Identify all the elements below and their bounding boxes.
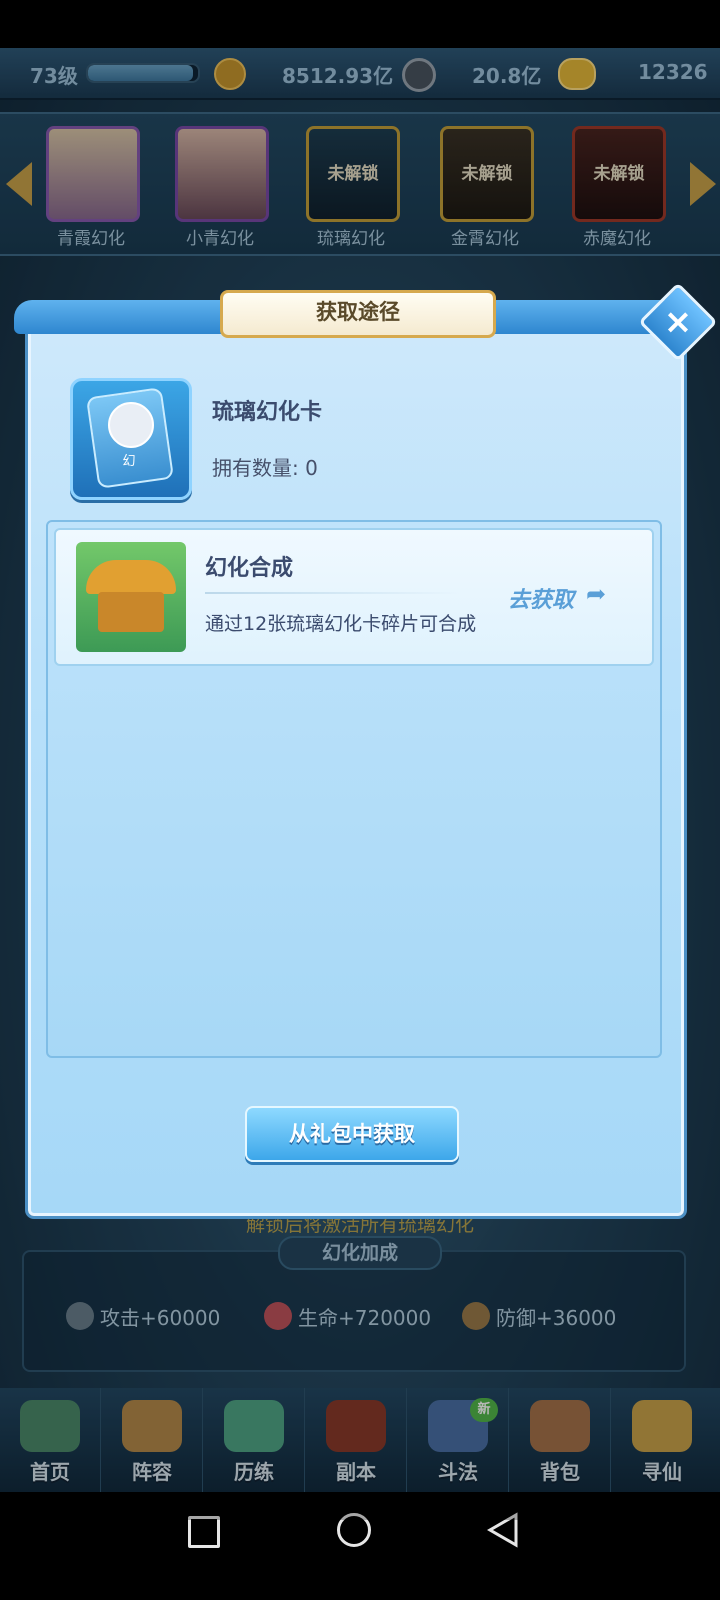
item-glyph: 幻: [122, 454, 136, 469]
goto-acquire-button[interactable]: 去获取: [508, 582, 574, 614]
item-name: 琉璃幻化卡: [212, 400, 323, 425]
recents-icon[interactable]: [188, 1516, 220, 1548]
modal-title: 获取途径: [316, 300, 400, 324]
close-icon[interactable]: ×: [650, 294, 706, 350]
modal-title-plate: 获取途径: [220, 290, 496, 338]
source-title: 幻化合成: [205, 556, 294, 581]
owned-label: 拥有数量:: [212, 456, 299, 480]
gift-button-label: 从礼包中获取: [289, 1122, 415, 1146]
source-divider: [205, 592, 460, 594]
status-strip: [0, 0, 720, 48]
owned-count-row: 拥有数量: 0: [212, 452, 318, 481]
share-arrow-icon[interactable]: ➦: [586, 580, 606, 608]
owned-count: 0: [305, 456, 318, 480]
pavilion-base: [98, 592, 164, 632]
portrait-icon: [108, 402, 154, 448]
source-description: 通过12张琉璃幻化卡碎片可合成: [205, 613, 477, 635]
gift-acquire-button[interactable]: 从礼包中获取: [245, 1106, 459, 1162]
pavilion-roof: [86, 560, 176, 594]
